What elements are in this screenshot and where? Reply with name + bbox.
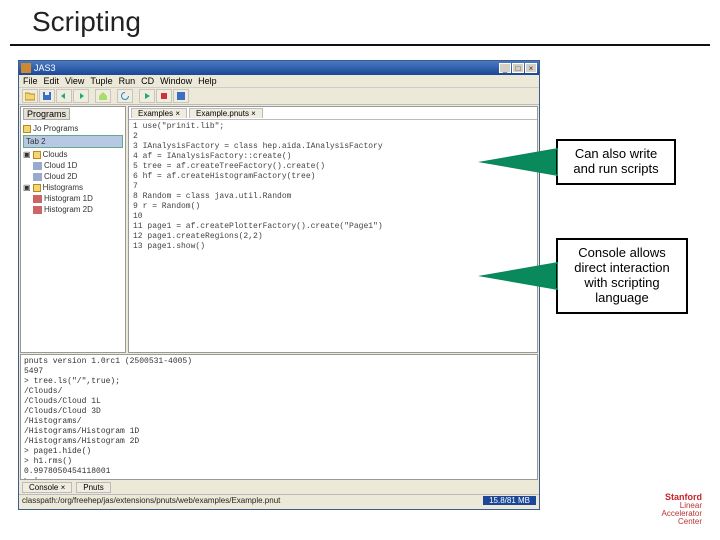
console[interactable]: pnuts version 1.0rc1 (2500531-4005) 5497… [20,354,538,480]
home-icon [98,91,108,101]
tree-node-label: Jo Programs [33,123,78,134]
tab-examples[interactable]: Examples × [131,108,187,118]
tree-clouds[interactable]: ▣ Clouds [23,149,123,160]
home-button[interactable] [95,89,111,103]
refresh-icon [120,91,130,101]
arrow-right-icon [76,91,86,101]
tree-node-label: Clouds [43,149,68,160]
save-button[interactable] [39,89,55,103]
callout-console: Console allows direct interaction with s… [556,238,688,314]
back-button[interactable] [56,89,72,103]
histogram-icon [33,195,42,203]
app-icon [21,63,31,73]
sidebar: Programs Jo Programs Tab 2 ▣ Clouds Clou… [20,106,126,353]
histogram-icon [33,206,42,214]
menu-edit[interactable]: Edit [44,76,60,86]
menu-tuple[interactable]: Tuple [90,76,112,86]
menu-window[interactable]: Window [160,76,192,86]
menubar: File Edit View Tuple Run CD Window Help [19,75,539,88]
code-area[interactable]: 1 use("prinit.lib"; 2 3 IAnalysisFactory… [129,120,537,353]
bottom-tabs: Console × Pnuts [19,480,539,494]
chart-icon [33,162,42,170]
sidebar-tabs: Programs [21,107,125,121]
chart-icon [33,173,42,181]
logo-line-4: Center [662,518,702,526]
tab-pnuts[interactable]: Pnuts [76,482,110,493]
stop-button[interactable] [156,89,172,103]
slac-logo: Stanford Linear Accelerator Center [662,493,702,526]
save-button-2[interactable] [173,89,189,103]
forward-button[interactable] [73,89,89,103]
close-button[interactable]: × [525,63,537,73]
tab-example-pnut[interactable]: Example.pnuts × [189,108,263,118]
window-title: JAS3 [34,63,56,73]
editor: Examples × Example.pnuts × 1 use("prinit… [128,106,538,353]
folder-icon [33,184,41,192]
refresh-button[interactable] [117,89,133,103]
disk-icon [42,91,52,101]
menu-help[interactable]: Help [198,76,217,86]
menu-run[interactable]: Run [119,76,136,86]
tab-console[interactable]: Console × [22,482,72,493]
folder-icon [25,91,35,101]
disk-icon [176,91,186,101]
folder-icon [23,125,31,133]
menu-cd[interactable]: CD [141,76,154,86]
menu-view[interactable]: View [65,76,84,86]
status-path: classpath:/org/freehep/jas/extensions/pn… [22,496,280,505]
play-icon [142,91,152,101]
tree-root[interactable]: Jo Programs [23,123,123,134]
tree-node-label: Tab 2 [26,136,46,147]
titlebar: JAS3 _ □ × [19,61,539,75]
main-row: Programs Jo Programs Tab 2 ▣ Clouds Clou… [19,105,539,354]
tree-cloud1d[interactable]: Cloud 1D [33,160,123,171]
tree: Jo Programs Tab 2 ▣ Clouds Cloud 1D Clou… [21,121,125,217]
callout-scripts: Can also write and run scripts [556,139,676,185]
toolbar [19,88,539,105]
tree-cloud2d[interactable]: Cloud 2D [33,171,123,182]
tree-hist[interactable]: ▣ Histograms [23,182,123,193]
stop-icon [159,91,169,101]
page-title: Scripting [0,0,720,44]
status-memory: 15.8/81 MB [483,496,536,505]
sidebar-tab-programs[interactable]: Programs [23,108,70,120]
open-button[interactable] [22,89,38,103]
tree-node-label: Histogram 2D [44,204,93,215]
app-window: JAS3 _ □ × File Edit View Tuple Run CD W… [18,60,540,510]
minimize-button[interactable]: _ [499,63,511,73]
editor-tabs: Examples × Example.pnuts × [129,107,537,120]
folder-icon [33,151,41,159]
maximize-button[interactable]: □ [512,63,524,73]
tree-node-label: Cloud 2D [44,171,77,182]
tree-hist1d[interactable]: Histogram 1D [33,193,123,204]
menu-file[interactable]: File [23,76,38,86]
run-button[interactable] [139,89,155,103]
title-divider [10,44,710,46]
tree-hist2d[interactable]: Histogram 2D [33,204,123,215]
tree-tab[interactable]: Tab 2 [23,135,123,148]
tree-node-label: Histogram 1D [44,193,93,204]
tree-node-label: Histograms [43,182,83,193]
arrow-left-icon [59,91,69,101]
status-bar: classpath:/org/freehep/jas/extensions/pn… [19,494,539,506]
tree-node-label: Cloud 1D [44,160,77,171]
